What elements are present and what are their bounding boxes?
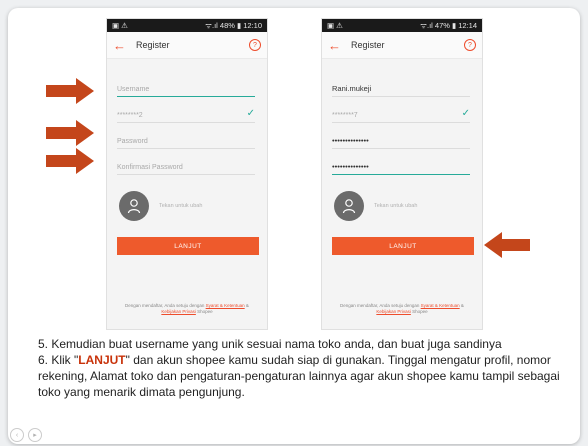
pointer-arrow-icon	[46, 120, 94, 146]
lanjut-button[interactable]: LANJUT	[117, 237, 259, 255]
masked-phone: ********2	[117, 112, 143, 119]
masked-phone: ********7	[332, 112, 358, 119]
status-bar: ▣ ⚠ ᯤ.ıl 48% ▮ 12:10	[107, 19, 267, 32]
slide-card: ▣ ⚠ ᯤ.ıl 48% ▮ 12:10 ← Register ? Userna…	[8, 8, 580, 444]
status-icons-right: ᯤ.ıl 47% ▮ 12:14	[420, 20, 477, 30]
avatar-label: Tekan untuk ubah	[159, 203, 203, 209]
phone-field: ********2 ✓	[117, 103, 255, 123]
terms-suffix: Shopee	[412, 309, 428, 314]
help-icon[interactable]: ?	[464, 39, 476, 51]
avatar-label: Tekan untuk ubah	[374, 203, 418, 209]
status-icons-right: ᯤ.ıl 48% ▮ 12:10	[205, 20, 262, 30]
status-icons-left: ▣ ⚠	[327, 21, 343, 30]
screen-title: Register	[351, 40, 385, 50]
help-icon[interactable]: ?	[249, 39, 261, 51]
confirm-password-field[interactable]: Konfirmasi Password	[117, 155, 255, 175]
password-value: ••••••••••••••	[332, 136, 369, 145]
pointer-arrow-icon	[46, 78, 94, 104]
person-icon	[127, 199, 141, 214]
step-6: 6. Klik "LANJUT" dan akun shopee kamu su…	[38, 352, 568, 400]
terms-prefix: Dengan mendaftar, Anda setuju dengan	[125, 303, 205, 308]
step-6-prefix: 6. Klik "	[38, 353, 79, 367]
pointer-arrow-icon	[46, 148, 94, 174]
back-arrow-icon[interactable]: ←	[328, 39, 341, 52]
confirm-password-field[interactable]: ••••••••••••••	[332, 155, 470, 175]
password-field[interactable]: ••••••••••••••	[332, 129, 470, 149]
privacy-link[interactable]: Kebijakan Privasi	[376, 309, 411, 314]
terms-and: &	[460, 303, 464, 308]
right-phone-screenshot: ▣ ⚠ ᯤ.ıl 47% ▮ 12:14 ← Register ? Rani.m…	[321, 18, 483, 330]
password-field[interactable]: Password	[117, 129, 255, 149]
play-icon[interactable]: ▸	[28, 428, 42, 442]
terms-text: Dengan mendaftar, Anda setuju dengan Sya…	[330, 303, 474, 315]
previous-icon[interactable]: ‹	[10, 428, 24, 442]
terms-text: Dengan mendaftar, Anda setuju dengan Sya…	[115, 303, 259, 315]
username-value: Rani.mukeji	[332, 84, 372, 93]
terms-suffix: Shopee	[197, 309, 213, 314]
app-header: ← Register ?	[322, 32, 482, 59]
check-icon: ✓	[246, 108, 255, 119]
pointer-arrow-icon	[484, 232, 530, 258]
screen-title: Register	[136, 40, 170, 50]
lanjut-button[interactable]: LANJUT	[332, 237, 474, 255]
terms-and: &	[245, 303, 249, 308]
avatar-upload[interactable]	[334, 191, 364, 221]
terms-prefix: Dengan mendaftar, Anda setuju dengan	[340, 303, 420, 308]
confirm-password-value: ••••••••••••••	[332, 162, 369, 171]
app-header: ← Register ?	[107, 32, 267, 59]
instructions-text: 5. Kemudian buat username yang unik sesu…	[38, 336, 568, 400]
terms-link[interactable]: Syarat & Ketentuan	[206, 303, 245, 308]
step-6-highlight: LANJUT	[78, 353, 126, 367]
confirm-password-placeholder: Konfirmasi Password	[117, 164, 183, 171]
person-icon	[342, 199, 356, 214]
back-arrow-icon[interactable]: ←	[113, 39, 126, 52]
slide-controls: ‹ ▸	[10, 428, 42, 442]
terms-link[interactable]: Syarat & Ketentuan	[421, 303, 460, 308]
avatar-upload[interactable]	[119, 191, 149, 221]
privacy-link[interactable]: Kebijakan Privasi	[161, 309, 196, 314]
check-icon: ✓	[461, 108, 470, 119]
username-field[interactable]: Username	[117, 77, 255, 97]
phone-field: ********7 ✓	[332, 103, 470, 123]
status-bar: ▣ ⚠ ᯤ.ıl 47% ▮ 12:14	[322, 19, 482, 32]
status-icons-left: ▣ ⚠	[112, 21, 128, 30]
password-placeholder: Password	[117, 138, 148, 145]
username-placeholder: Username	[117, 86, 150, 93]
step-5: 5. Kemudian buat username yang unik sesu…	[38, 337, 502, 351]
username-field[interactable]: Rani.mukeji	[332, 77, 470, 97]
left-phone-screenshot: ▣ ⚠ ᯤ.ıl 48% ▮ 12:10 ← Register ? Userna…	[106, 18, 268, 330]
